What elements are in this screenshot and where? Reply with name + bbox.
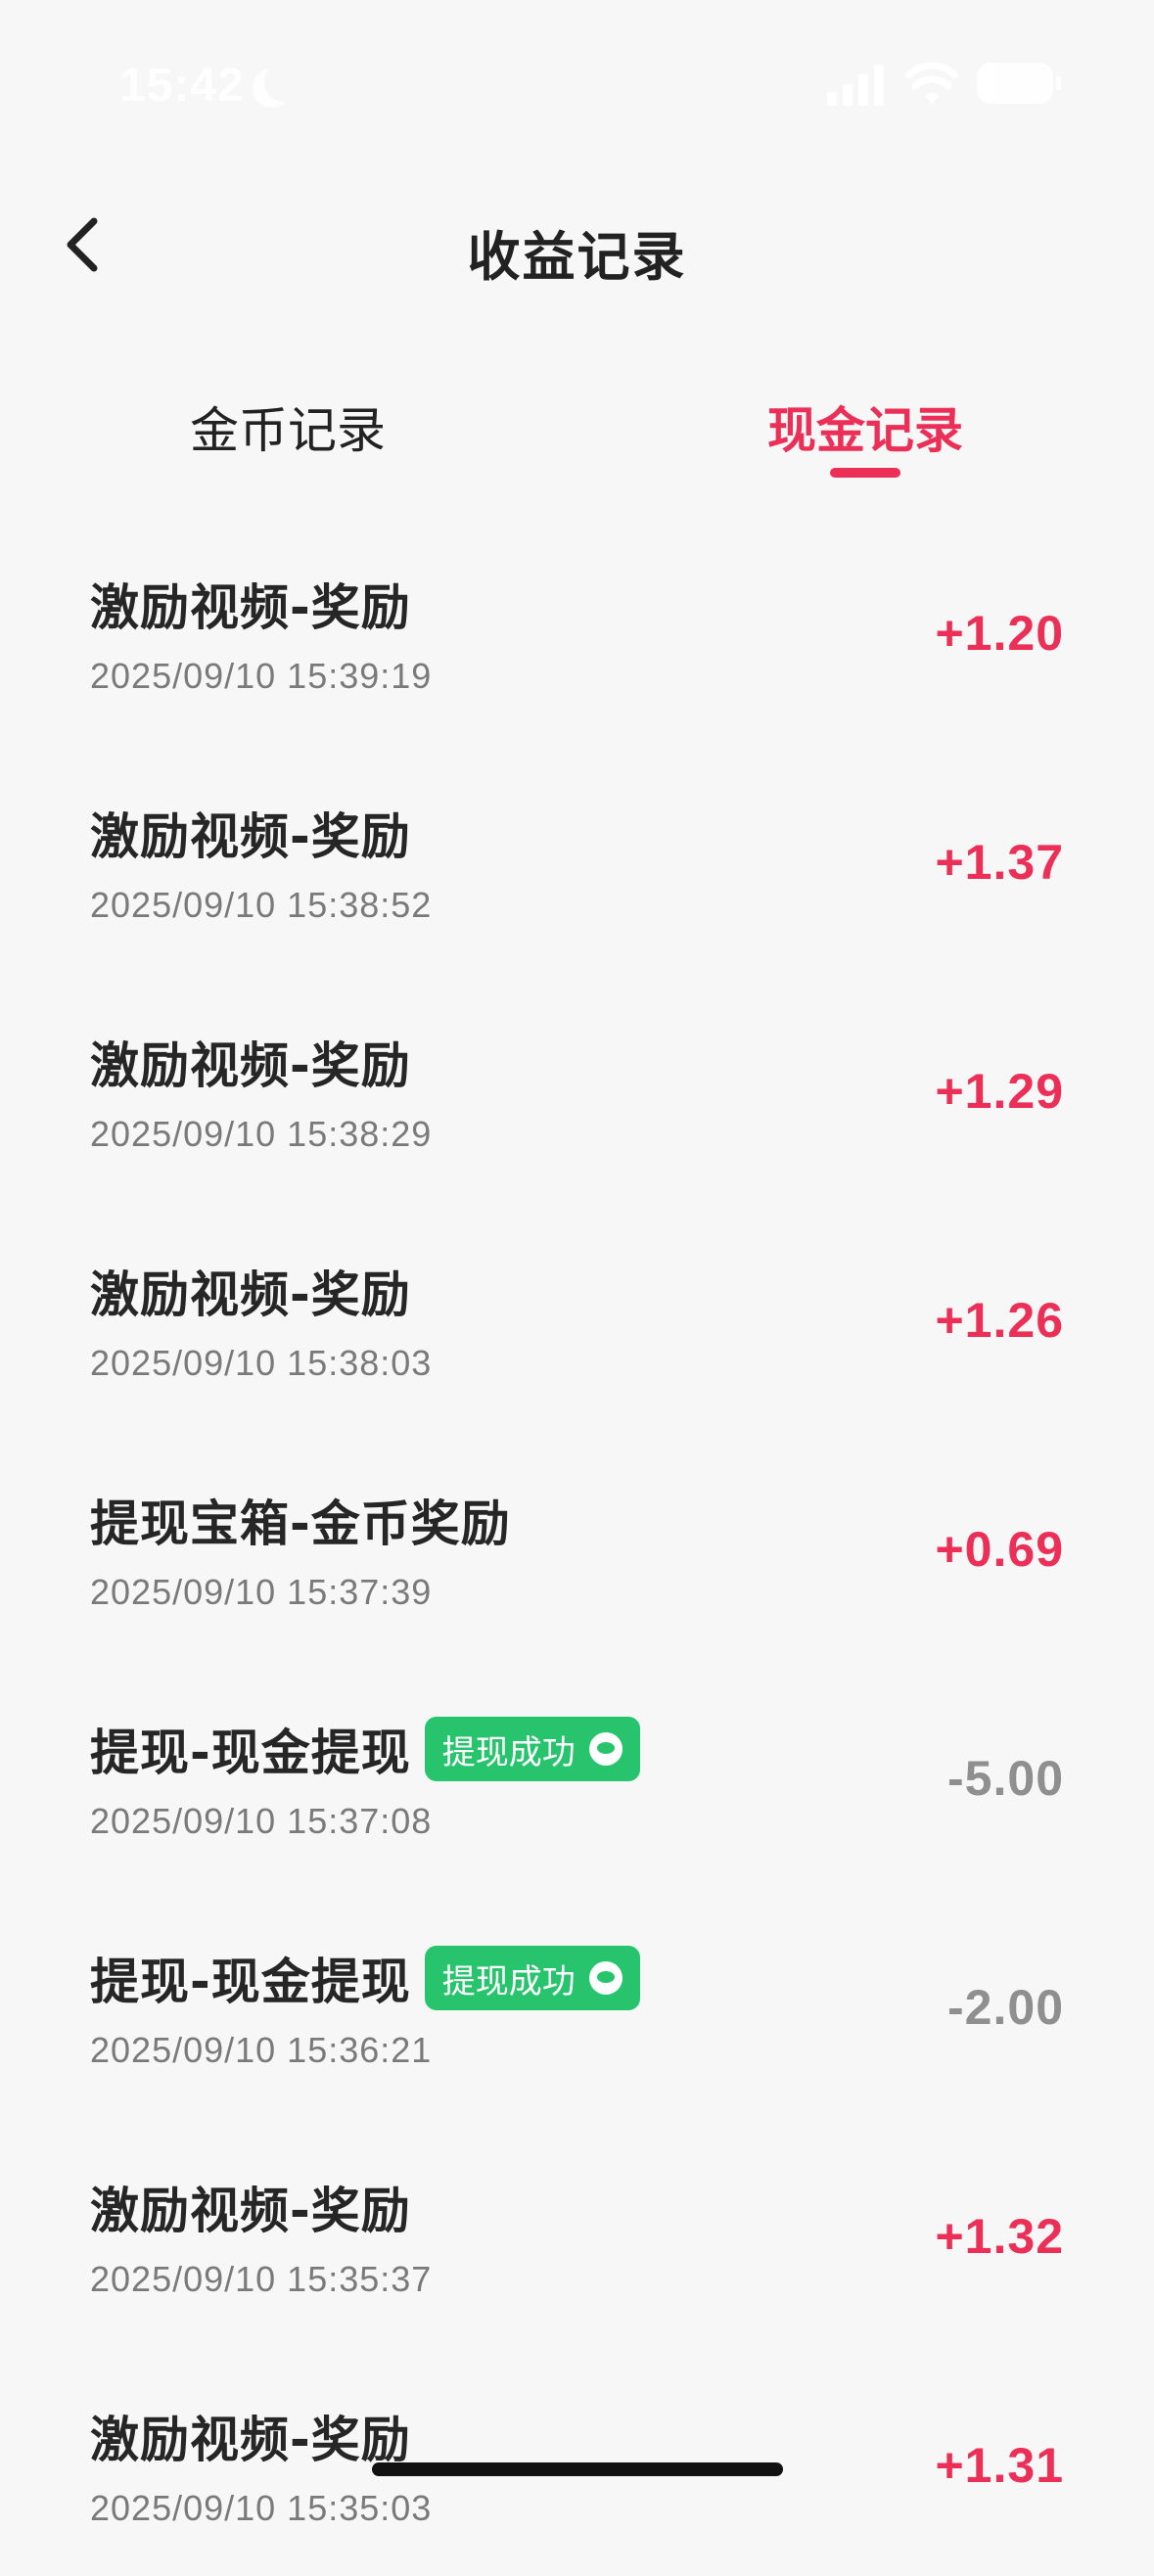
record-time: 2025/09/10 15:37:08 — [90, 1801, 433, 1841]
record-time: 2025/09/10 15:39:19 — [90, 656, 433, 696]
list-item: 提现-现金提现 提现成功 2025/09/10 15:37:08 -5.00 — [0, 1660, 1154, 1889]
record-time: 2025/09/10 15:38:03 — [90, 1343, 433, 1383]
record-amount: -5.00 — [947, 1751, 1064, 1806]
record-time: 2025/09/10 15:35:03 — [90, 2488, 433, 2528]
status-badge: 提现成功 — [424, 1717, 640, 1781]
record-title: 激励视频-奖励 — [90, 579, 411, 636]
status-badge-label: 提现成功 — [441, 1732, 576, 1772]
home-indicator — [372, 2462, 783, 2476]
record-amount: +0.69 — [935, 1522, 1064, 1577]
wechat-icon — [588, 1961, 623, 1995]
list-item: 激励视频-奖励 2025/09/10 15:38:29 +1.29 — [0, 973, 1154, 1202]
record-list: 激励视频-奖励 2025/09/10 15:39:19 +1.20 激励视频-奖… — [0, 515, 1154, 2576]
list-item: 提现宝箱-金币奖励 2025/09/10 15:37:39 +0.69 — [0, 1431, 1154, 1660]
wechat-icon — [588, 1732, 623, 1766]
record-title: 提现-现金提现 — [90, 1725, 411, 1781]
record-time: 2025/09/10 15:38:52 — [90, 885, 433, 925]
list-item: 激励视频-奖励 2025/09/10 15:39:19 +1.20 — [0, 515, 1154, 744]
record-amount: -2.00 — [947, 1980, 1064, 2035]
active-tab-indicator — [830, 468, 900, 478]
status-badge: 提现成功 — [424, 1946, 640, 2010]
tab-coin-records[interactable]: 金币记录 — [141, 391, 435, 462]
battery-icon — [977, 63, 1061, 104]
record-time: 2025/09/10 15:38:29 — [90, 1114, 433, 1154]
record-amount: +1.20 — [935, 606, 1064, 661]
record-time: 2025/09/10 15:35:37 — [90, 2259, 433, 2299]
record-title: 激励视频-奖励 — [90, 1037, 411, 1094]
status-bar: 15:42 — [0, 0, 1154, 166]
record-title: 提现宝箱-金币奖励 — [90, 1495, 511, 1552]
status-time: 15:42 — [119, 60, 245, 112]
list-item: 激励视频-奖励 2025/09/10 15:38:52 +1.37 — [0, 744, 1154, 973]
record-amount: +1.26 — [935, 1293, 1064, 1348]
record-title: 激励视频-奖励 — [90, 2183, 411, 2239]
moon-icon — [253, 63, 303, 108]
record-amount: +1.37 — [935, 835, 1064, 890]
tab-cash-records[interactable]: 现金记录 — [718, 391, 1012, 462]
list-item: 提现-现金提现 提现成功 2025/09/10 15:36:21 -2.00 — [0, 1889, 1154, 2118]
wifi-icon — [905, 62, 958, 104]
record-title: 激励视频-奖励 — [90, 2412, 411, 2468]
header: 收益记录 — [0, 166, 1154, 313]
record-amount: +1.29 — [935, 1064, 1064, 1119]
status-badge-label: 提现成功 — [441, 1961, 576, 2001]
record-amount: +1.32 — [935, 2209, 1064, 2264]
list-item: 激励视频-奖励 2025/09/10 15:35:37 +1.32 — [0, 2118, 1154, 2347]
record-amount: +1.31 — [935, 2438, 1064, 2493]
record-time: 2025/09/10 15:36:21 — [90, 2030, 433, 2070]
cellular-signal-icon — [827, 65, 886, 106]
record-time: 2025/09/10 15:37:39 — [90, 1572, 433, 1612]
list-item: 激励视频-奖励 2025/09/10 15:38:03 +1.26 — [0, 1202, 1154, 1431]
list-item: 激励视频-奖励 2025/09/10 15:35:03 +1.31 — [0, 2347, 1154, 2576]
record-title: 激励视频-奖励 — [90, 808, 411, 865]
record-title: 提现-现金提现 — [90, 1954, 411, 2010]
tab-bar: 金币记录 现金记录 — [0, 372, 1154, 489]
page-title: 收益记录 — [467, 226, 687, 288]
record-title: 激励视频-奖励 — [90, 1266, 411, 1323]
